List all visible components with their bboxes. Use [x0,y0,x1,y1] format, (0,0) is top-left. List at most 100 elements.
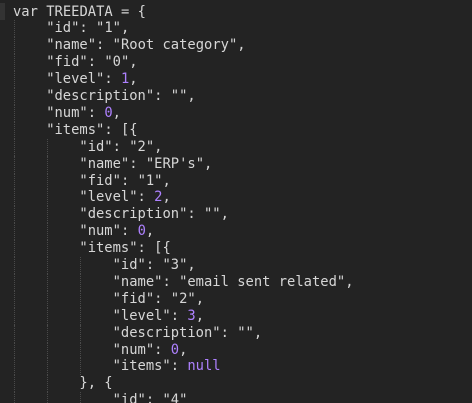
indent-guide [47,206,49,224]
string-token: "2" [129,138,155,155]
punctuation-token: , [204,155,213,172]
indent-guide [14,290,15,308]
indent-guide [14,37,15,55]
indent-guide [80,257,82,274]
indent-guide [47,138,49,156]
string-token: "0" [104,54,130,71]
code-line: "level": 3, [113,308,204,325]
string-token: "num" [112,341,155,358]
indent-guide [14,324,15,342]
indent-guide [14,121,15,139]
indent-guide [80,392,82,403]
punctuation-token: , [120,20,130,37]
string-token: "description" [46,88,155,104]
indent-guide [47,273,49,291]
punctuation-token: : [145,392,163,403]
code-line: "name": "Root category", [46,37,245,54]
constant-token: 3 [187,307,196,324]
punctuation-token: : [129,155,146,172]
indent-guide [47,155,49,173]
string-token: "description" [79,206,188,223]
indent-guide [80,273,82,291]
code-editor[interactable]: var TREEDATA = {"id": "1", "name": "Root … [0,0,472,403]
code-line: "name": "ERP's", [79,156,212,173]
string-token: "name" [112,273,163,290]
string-token: "level" [112,307,171,324]
punctuation-token: : [154,341,171,358]
code-line: "fid": "2", [113,291,204,308]
constant-token: 0 [137,223,146,240]
string-token: "3" [162,257,188,273]
indent-guide [47,290,49,308]
string-token: "num" [79,223,121,240]
code-line: "description": "", [46,88,196,105]
string-token: "Root category" [112,37,238,54]
string-token: "name" [46,37,97,54]
code-line: "name": "email sent related", [113,274,354,291]
indent-guide [14,155,15,173]
string-token: "items" [46,121,105,138]
string-token: "num" [46,104,88,121]
indent-guide [14,257,15,274]
code-line: "items": null [113,358,221,375]
punctuation-token: , [195,307,204,324]
string-token: "4" [162,392,188,403]
code-line: "description": "", [79,206,229,223]
code-line: "id": "3", [113,257,196,274]
constant-token: null [187,358,221,375]
string-token: "" [204,206,221,223]
punctuation-token: }, { [79,375,113,392]
code-line: "level": 2, [79,189,170,206]
indent-guide [47,240,49,257]
code-line: var TREEDATA = { [13,4,146,21]
punctuation-token: , [162,189,171,206]
punctuation-token: : [162,273,180,290]
indent-guide [47,358,49,376]
indent-guide [47,341,49,359]
string-token: "id" [112,257,146,273]
string-token: "level" [79,189,138,206]
punctuation-token: , [237,37,246,54]
indent-guide [80,290,82,308]
string-token: "email sent related" [179,273,346,290]
code-line: "num": 0, [46,105,121,122]
indent-guide [14,172,15,190]
code-line: "id": "2", [79,139,162,156]
indent-guide [47,324,49,342]
indent-guide [14,358,15,376]
punctuation-token: , [187,88,196,104]
punctuation-token: , [162,172,171,189]
code-line: "description": "", [113,325,263,342]
indent-guide [14,223,15,241]
indent-guide [14,88,15,105]
indent-guide [14,71,15,88]
punctuation-token: : [154,290,171,307]
code-line: }, { [79,375,112,392]
punctuation-token: : [112,138,130,155]
string-token: "items" [112,358,171,375]
punctuation-token: : [170,307,188,324]
indent-guide [47,189,49,207]
indent-guide [14,240,15,257]
punctuation-token: var TREEDATA = { [13,3,146,20]
code-line: "level": 1, [46,71,137,88]
indent-guide [14,341,15,359]
string-token: "fid" [79,172,121,189]
punctuation-token: : [187,206,204,223]
string-token: "description" [112,324,221,341]
code-line: "num": 0, [113,342,188,359]
indent-guide [47,257,49,274]
indent-guide [14,138,15,156]
string-token: "id" [46,20,80,37]
string-token: "fid" [112,290,155,307]
punctuation-token: : [104,71,121,88]
indent-guide [80,324,82,342]
string-token: "level" [46,71,105,88]
punctuation-token: : [120,172,138,189]
punctuation-token: , [253,324,263,341]
code-line: "items": [{ [79,240,170,257]
punctuation-token: : [87,104,105,121]
current-line-marker [0,3,5,20]
punctuation-token: : [96,37,113,54]
punctuation-token: , [187,257,196,273]
